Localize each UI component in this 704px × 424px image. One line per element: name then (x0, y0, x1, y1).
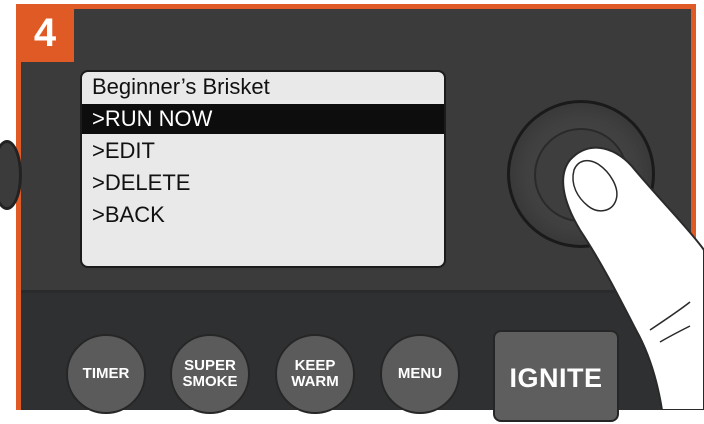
timer-button-label: TIMER (82, 365, 130, 382)
grill-control-panel-illustration: 4 Beginner’s Brisket >RUN NOW >EDIT >DEL… (0, 0, 704, 422)
ignite-button[interactable]: IGNITE (493, 330, 619, 422)
menu-button-label: MENU (397, 365, 443, 382)
menu-button[interactable]: MENU (380, 334, 460, 414)
super-smoke-button[interactable]: SUPER SMOKE (170, 334, 250, 414)
super-smoke-label-line2: SMOKE (182, 373, 238, 390)
menu-item-edit[interactable]: >EDIT (82, 136, 444, 166)
keep-warm-button[interactable]: KEEP WARM (275, 334, 355, 414)
recipe-title: Beginner’s Brisket (92, 74, 270, 99)
keep-warm-label-line1: KEEP (294, 357, 336, 374)
step-number-badge: 4 (16, 4, 74, 62)
menu-item-delete[interactable]: >DELETE (82, 168, 444, 198)
menu-item-run-now[interactable]: >RUN NOW (82, 104, 444, 134)
super-smoke-label-line1: SUPER (184, 357, 236, 374)
lcd-display: Beginner’s Brisket >RUN NOW >EDIT >DELET… (80, 70, 446, 268)
keep-warm-label-line2: WARM (291, 373, 339, 390)
timer-button[interactable]: TIMER (66, 334, 146, 414)
menu-item-back[interactable]: >BACK (82, 200, 444, 230)
